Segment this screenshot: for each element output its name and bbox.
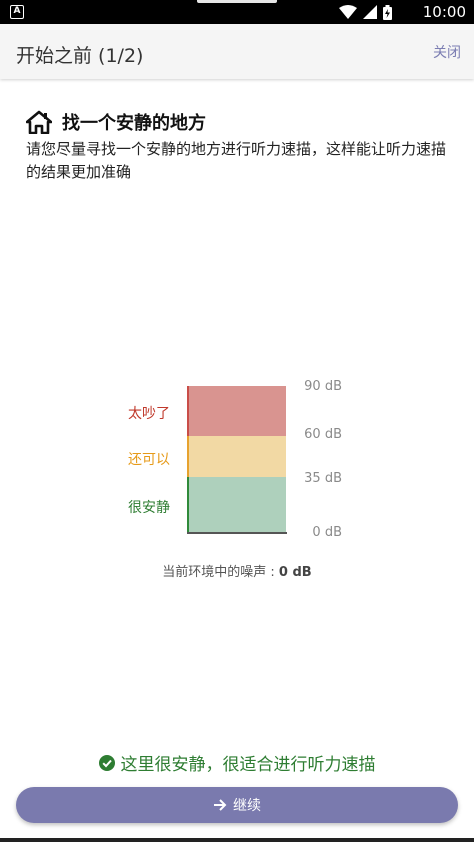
level-label-loud: 太吵了 bbox=[128, 406, 170, 422]
tick-0: 0 dB bbox=[312, 525, 342, 540]
meter-baseline bbox=[187, 532, 287, 534]
level-label-ok: 还可以 bbox=[128, 452, 170, 468]
result-message: 这里很安静，很适合进行听力速描 bbox=[0, 750, 474, 775]
edge-loud bbox=[187, 386, 189, 436]
level-label-quiet: 很安静 bbox=[128, 500, 170, 516]
current-noise-value: 0 dB bbox=[278, 565, 312, 580]
notch-indicator bbox=[197, 0, 277, 3]
bottom-edge bbox=[0, 838, 474, 842]
screen: A 10:00 开始之前 (1/2) 关闭 找一个安静的地方 请您尽量寻找一个安… bbox=[0, 0, 474, 842]
tick-60: 60 dB bbox=[304, 427, 342, 442]
status-bar: A 10:00 bbox=[0, 0, 474, 24]
tick-35: 35 dB bbox=[304, 471, 342, 486]
close-button[interactable]: 关闭 bbox=[433, 42, 461, 62]
band-quiet bbox=[188, 477, 286, 533]
band-loud bbox=[188, 386, 286, 436]
wifi-icon bbox=[339, 5, 357, 19]
notification-icon: A bbox=[10, 5, 24, 19]
edge-quiet bbox=[187, 477, 189, 533]
arrow-right-icon bbox=[214, 799, 227, 811]
current-noise-label: 当前环境中的噪声 : bbox=[162, 565, 279, 580]
status-icons bbox=[339, 4, 392, 20]
section-title: 找一个安静的地方 bbox=[62, 113, 206, 134]
tick-90: 90 dB bbox=[304, 379, 342, 394]
continue-label: 继续 bbox=[233, 798, 261, 814]
continue-button[interactable]: 继续 bbox=[16, 787, 458, 823]
clock: 10:00 bbox=[422, 3, 466, 21]
noise-meter: 太吵了 还可以 很安静 90 dB 60 dB 35 dB 0 dB bbox=[0, 370, 474, 550]
result-text: 这里很安静，很适合进行听力速描 bbox=[120, 755, 376, 775]
app-bar: 开始之前 (1/2) 关闭 bbox=[0, 24, 474, 79]
band-ok bbox=[188, 436, 286, 477]
battery-icon bbox=[383, 4, 392, 20]
edge-ok bbox=[187, 436, 189, 477]
page-title: 开始之前 (1/2) bbox=[16, 45, 144, 67]
current-noise: 当前环境中的噪声 : 0 dB bbox=[0, 561, 474, 580]
section-description: 请您尽量寻找一个安静的地方进行听力速描，这样能让听力速描的结果更加准确 bbox=[26, 140, 447, 181]
check-circle-icon bbox=[98, 754, 115, 771]
home-icon bbox=[26, 110, 52, 134]
signal-icon bbox=[363, 5, 377, 19]
section-heading: 找一个安静的地方 bbox=[26, 108, 206, 136]
